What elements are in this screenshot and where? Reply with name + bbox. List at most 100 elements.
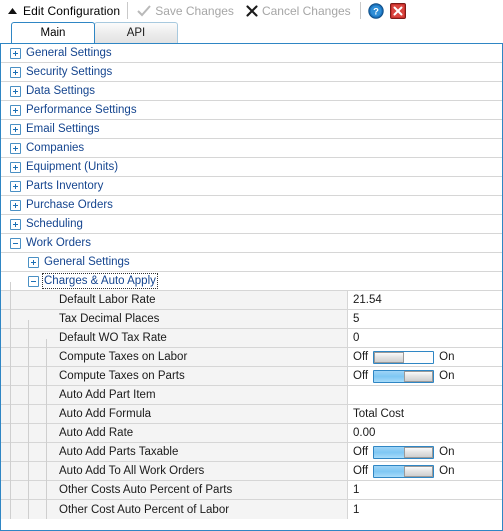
toolbar-icon-group: ? [367,2,406,19]
expand-plus-icon[interactable] [10,123,21,135]
toggle-on-label: On [439,351,455,363]
tree-group-work-orders[interactable]: Work Orders [1,234,502,253]
property-label-cell: Default WO Tax Rate [1,329,348,347]
property-value-cell[interactable]: 0 [348,329,502,347]
toggle-switch-track[interactable] [373,350,435,364]
property-row-other-costs-auto-percent-of-parts[interactable]: Other Costs Auto Percent of Parts 1 [1,481,502,500]
expand-plus-icon[interactable] [28,256,39,268]
toggle-compute-taxes-on-labor[interactable]: Off On [353,350,455,364]
tree-group-wo-general-settings[interactable]: General Settings [1,253,502,272]
tree-group-equipment-units-cell: Equipment (Units) [1,158,502,176]
property-row-compute-taxes-on-labor[interactable]: Compute Taxes on Labor Off On [1,348,502,367]
tree-group-parts-inventory-cell: Parts Inventory [1,177,502,195]
tree-group-label: Email Settings [26,123,100,135]
tree-group-charges-auto-apply[interactable]: Charges & Auto Apply [1,272,502,291]
property-label-cell: Auto Add Part Item [1,386,348,404]
tree-group-general-settings[interactable]: General Settings [1,44,502,63]
property-value-cell[interactable] [348,386,502,404]
property-value-cell[interactable]: 21.54 [348,291,502,309]
tree-group-equipment-units[interactable]: Equipment (Units) [1,158,502,177]
toggle-thumb[interactable] [403,446,434,458]
tree-group-purchase-orders-cell: Purchase Orders [1,196,502,214]
cancel-changes-button[interactable]: Cancel Changes [244,3,353,19]
settings-tree: General Settings Security Settings Data … [1,44,502,519]
tree-group-companies[interactable]: Companies [1,139,502,158]
tab-strip: Main API [0,21,503,43]
property-value-cell[interactable]: Off On [348,443,502,461]
tree-group-wo-general-settings-cell: General Settings [1,253,502,271]
expand-plus-icon[interactable] [10,199,21,211]
toggle-switch-track[interactable] [373,369,435,383]
tree-group-scheduling-cell: Scheduling [1,215,502,233]
expand-plus-icon[interactable] [10,85,21,97]
property-row-default-labor-rate[interactable]: Default Labor Rate 21.54 [1,291,502,310]
property-row-auto-add-to-all-work-orders[interactable]: Auto Add To All Work Orders Off On [1,462,502,481]
svg-text:?: ? [373,6,379,17]
toolbar-divider-1 [127,2,129,19]
tree-group-email-settings[interactable]: Email Settings [1,120,502,139]
property-value: 1 [353,484,360,496]
property-value-cell[interactable]: 5 [348,310,502,328]
property-label: Default Labor Rate [59,294,156,306]
property-value-cell[interactable]: 1 [348,500,502,519]
toggle-on-label: On [439,370,455,382]
tree-group-data-settings-cell: Data Settings [1,82,502,100]
tree-group-general-settings-cell: General Settings [1,44,502,62]
tree-group-purchase-orders[interactable]: Purchase Orders [1,196,502,215]
toggle-thumb[interactable] [403,465,434,477]
expand-plus-icon[interactable] [10,218,21,230]
property-value-cell[interactable]: Total Cost [348,405,502,423]
toggle-auto-add-parts-taxable[interactable]: Off On [353,445,454,459]
toggle-thumb[interactable] [374,351,404,363]
property-value-cell[interactable]: Off On [348,462,502,480]
property-label-cell: Other Cost Auto Percent of Labor [1,500,348,519]
expand-plus-icon[interactable] [10,180,21,192]
property-label: Auto Add Part Item [59,389,156,401]
property-row-compute-taxes-on-parts[interactable]: Compute Taxes on Parts Off On [1,367,502,386]
toggle-switch-track[interactable] [373,445,435,459]
expand-plus-icon[interactable] [10,47,21,59]
close-window-icon[interactable] [389,2,406,19]
tree-group-parts-inventory[interactable]: Parts Inventory [1,177,502,196]
toggle-compute-taxes-on-parts[interactable]: Off On [353,369,455,383]
caret-up-icon[interactable] [6,4,19,17]
property-label: Other Costs Auto Percent of Parts [59,484,233,496]
tree-group-scheduling[interactable]: Scheduling [1,215,502,234]
expand-plus-icon[interactable] [10,104,21,116]
property-value-cell[interactable]: Off On [348,348,502,366]
property-row-auto-add-formula[interactable]: Auto Add Formula Total Cost [1,405,502,424]
tab-api[interactable]: API [94,22,178,43]
property-label: Tax Decimal Places [59,313,160,325]
property-row-tax-decimal-places[interactable]: Tax Decimal Places 5 [1,310,502,329]
toggle-auto-add-to-all-work-orders[interactable]: Off On [353,464,454,478]
tree-group-security-settings[interactable]: Security Settings [1,63,502,82]
property-value-cell[interactable]: 0.00 [348,424,502,442]
property-row-default-wo-tax-rate[interactable]: Default WO Tax Rate 0 [1,329,502,348]
property-value-cell[interactable]: 1 [348,481,502,499]
expand-plus-icon[interactable] [10,161,21,173]
tab-main[interactable]: Main [11,22,95,43]
save-changes-button[interactable]: Save Changes [135,3,236,19]
collapse-minus-icon[interactable] [10,237,21,249]
property-row-auto-add-part-item[interactable]: Auto Add Part Item [1,386,502,405]
property-row-other-cost-auto-percent-of-labor[interactable]: Other Cost Auto Percent of Labor 1 [1,500,502,519]
help-circle-icon[interactable]: ? [367,2,384,19]
toggle-thumb[interactable] [403,370,434,382]
tree-group-data-settings[interactable]: Data Settings [1,82,502,101]
toggle-switch-track[interactable] [373,464,435,478]
property-label-cell: Other Costs Auto Percent of Parts [1,481,348,499]
tree-group-label: Equipment (Units) [26,161,119,173]
expand-plus-icon[interactable] [10,66,21,78]
tree-group-performance-settings[interactable]: Performance Settings [1,101,502,120]
property-label-cell: Tax Decimal Places [1,310,348,328]
property-label: Other Cost Auto Percent of Labor [59,503,230,516]
tree-group-label: Performance Settings [26,104,137,116]
toggle-fill [374,465,404,477]
property-row-auto-add-parts-taxable[interactable]: Auto Add Parts Taxable Off On [1,443,502,462]
collapse-minus-icon[interactable] [28,275,39,287]
property-row-auto-add-rate[interactable]: Auto Add Rate 0.00 [1,424,502,443]
tree-group-label: Parts Inventory [26,180,104,192]
tab-main-label: Main [40,27,66,39]
property-value-cell[interactable]: Off On [348,367,502,385]
expand-plus-icon[interactable] [10,142,21,154]
